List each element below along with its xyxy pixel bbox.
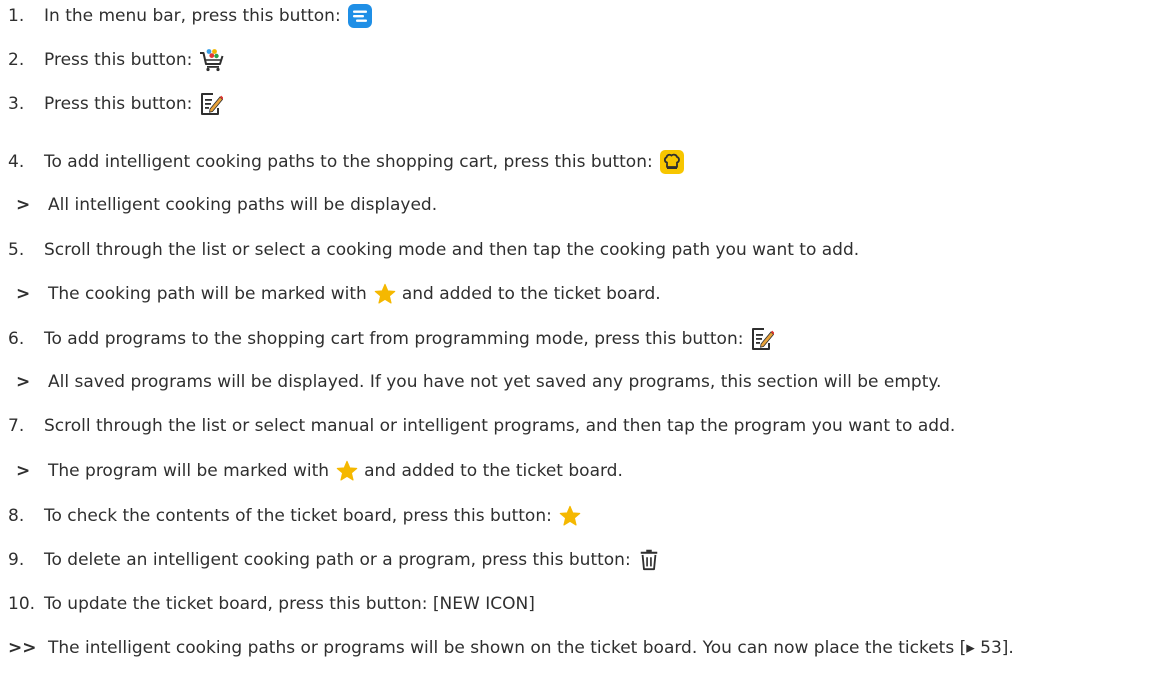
star-icon — [374, 283, 396, 305]
step-number: 8. — [8, 506, 25, 526]
menu-bar-icon — [347, 4, 372, 28]
result-marker: >> — [8, 638, 37, 658]
step-text: Scroll through the list or select manual… — [44, 416, 956, 436]
step-3: 3. Press this button: — [0, 92, 1165, 116]
result-4: > The program will be marked with and ad… — [0, 460, 1165, 482]
result-text: All intelligent cooking paths will be di… — [48, 195, 438, 215]
result-text-after: and added to the ticket board. — [401, 284, 661, 304]
step-text: Press this button: — [44, 50, 193, 70]
step-text: To add programs to the shopping cart fro… — [44, 329, 744, 349]
step-text: Press this button: — [44, 94, 193, 114]
step-text: Scroll through the list or select a cook… — [44, 240, 860, 260]
result-marker: > — [16, 372, 31, 392]
step-text: In the menu bar, press this button: — [44, 6, 341, 26]
result-text: All saved programs will be displayed. If… — [48, 372, 942, 392]
step-5: 5. Scroll through the list or select a c… — [0, 239, 1165, 261]
step-number: 6. — [8, 329, 25, 349]
step-10: 10. To update the ticket board, press th… — [0, 593, 1165, 615]
step-9: 9. To delete an intelligent cooking path… — [0, 549, 1165, 571]
result-3: > All saved programs will be displayed. … — [0, 371, 1165, 393]
step-2: 2. Press this button: — [0, 48, 1165, 72]
result-1: > All intelligent cooking paths will be … — [0, 194, 1165, 216]
step-7: 7. Scroll through the list or select man… — [0, 415, 1165, 437]
chef-hat-icon — [659, 150, 684, 174]
result-marker: > — [16, 195, 31, 215]
step-number: 7. — [8, 416, 25, 436]
result-text-after: and added to the ticket board. — [364, 461, 623, 481]
edit-program-icon — [199, 92, 224, 116]
step-number: 2. — [8, 50, 25, 70]
result-text-before: The cooking path will be marked with — [48, 284, 367, 304]
trash-icon — [638, 549, 660, 571]
result-text-before: The program will be marked with — [48, 461, 330, 481]
shopping-cart-icon — [199, 48, 225, 72]
step-text: To add intelligent cooking paths to the … — [44, 152, 653, 172]
step-number: 10. — [8, 594, 36, 614]
result-text: The intelligent cooking paths or program… — [48, 638, 1014, 658]
step-number: 1. — [8, 6, 25, 26]
step-number: 9. — [8, 550, 25, 570]
edit-program-icon — [750, 327, 775, 351]
step-number: 5. — [8, 240, 25, 260]
step-text: To delete an intelligent cooking path or… — [44, 550, 631, 570]
result-marker: > — [16, 284, 31, 304]
step-4: 4. To add intelligent cooking paths to t… — [0, 150, 1165, 174]
star-icon — [559, 505, 581, 527]
step-6: 6. To add programs to the shopping cart … — [0, 327, 1165, 351]
step-number: 3. — [8, 94, 25, 114]
final-result: >> The intelligent cooking paths or prog… — [0, 637, 1165, 660]
result-marker: > — [16, 461, 31, 481]
star-icon — [336, 460, 358, 482]
step-1: 1. In the menu bar, press this button: — [0, 4, 1165, 28]
result-2: > The cooking path will be marked with a… — [0, 283, 1165, 305]
step-text: To check the contents of the ticket boar… — [44, 506, 552, 526]
step-number: 4. — [8, 152, 25, 172]
step-text: To update the ticket board, press this b… — [44, 594, 535, 614]
step-8: 8. To check the contents of the ticket b… — [0, 505, 1165, 527]
